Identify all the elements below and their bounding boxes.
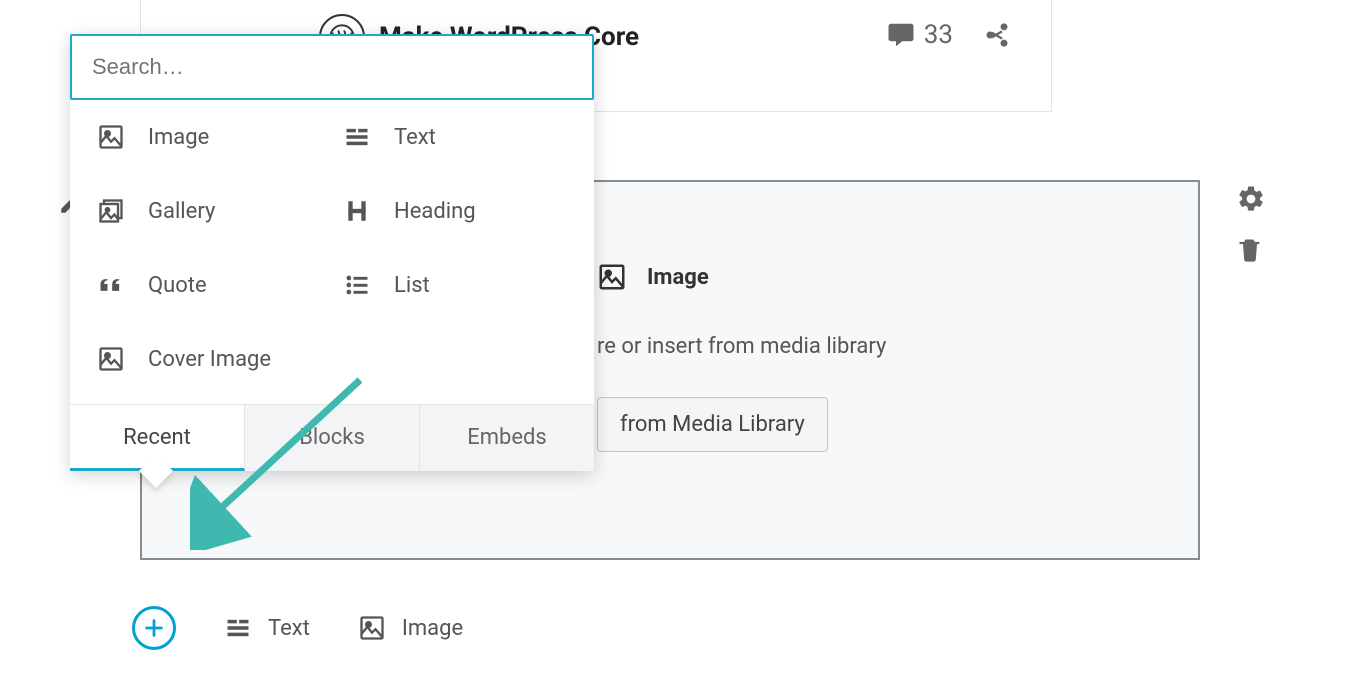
block-side-controls [1236, 184, 1266, 264]
image-icon [358, 614, 386, 642]
block-label: Text [394, 125, 436, 150]
quick-inserter-row: Text Image [132, 606, 463, 650]
image-block-title: Image [647, 265, 709, 290]
quick-label: Image [402, 616, 463, 641]
inserter-block-gallery[interactable]: Gallery [96, 196, 322, 226]
quote-icon [96, 270, 126, 300]
text-icon [224, 614, 252, 642]
block-inserter-popover: Image Text [70, 34, 594, 471]
cover-image-icon [96, 344, 126, 374]
comments-button[interactable]: 33 [886, 20, 953, 50]
insert-from-media-library-button[interactable]: from Media Library [597, 397, 828, 452]
trash-icon [1236, 236, 1264, 264]
block-label: Heading [394, 199, 476, 224]
inserter-block-quote[interactable]: Quote [96, 270, 322, 300]
share-icon [983, 21, 1011, 49]
list-icon [342, 270, 372, 300]
image-icon [96, 122, 126, 152]
add-block-button[interactable] [132, 606, 176, 650]
block-label: List [394, 273, 430, 298]
gallery-icon [96, 196, 126, 226]
gear-icon [1236, 184, 1266, 214]
plus-icon [143, 617, 165, 639]
image-block-title-row: Image [597, 262, 1158, 292]
text-icon [342, 122, 372, 152]
block-label: Cover Image [148, 347, 271, 372]
block-label: Gallery [148, 199, 215, 224]
comment-icon [886, 20, 916, 50]
comment-count: 33 [924, 20, 953, 50]
block-delete-button[interactable] [1236, 236, 1266, 264]
inserter-block-grid: Image Text [96, 122, 568, 374]
block-label: Image [148, 125, 209, 150]
image-icon [597, 262, 627, 292]
heading-icon [342, 196, 372, 226]
inserter-block-heading[interactable]: Heading [342, 196, 568, 226]
image-block-subtitle: re or insert from media library [597, 334, 1158, 359]
inserter-block-image[interactable]: Image [96, 122, 322, 152]
inserter-tab-blocks[interactable]: Blocks [245, 405, 420, 471]
inserter-tab-embeds[interactable]: Embeds [420, 405, 594, 471]
quick-block-text[interactable]: Text [224, 614, 310, 642]
quick-block-image[interactable]: Image [358, 614, 463, 642]
block-settings-button[interactable] [1236, 184, 1266, 214]
inserter-search-input[interactable] [70, 34, 594, 100]
share-button[interactable] [983, 21, 1011, 49]
inserter-block-cover-image[interactable]: Cover Image [96, 344, 322, 374]
block-label: Quote [148, 273, 207, 298]
post-actions: 33 [886, 20, 1011, 50]
quick-label: Text [268, 616, 310, 641]
inserter-block-text[interactable]: Text [342, 122, 568, 152]
inserter-block-list[interactable]: List [342, 270, 568, 300]
